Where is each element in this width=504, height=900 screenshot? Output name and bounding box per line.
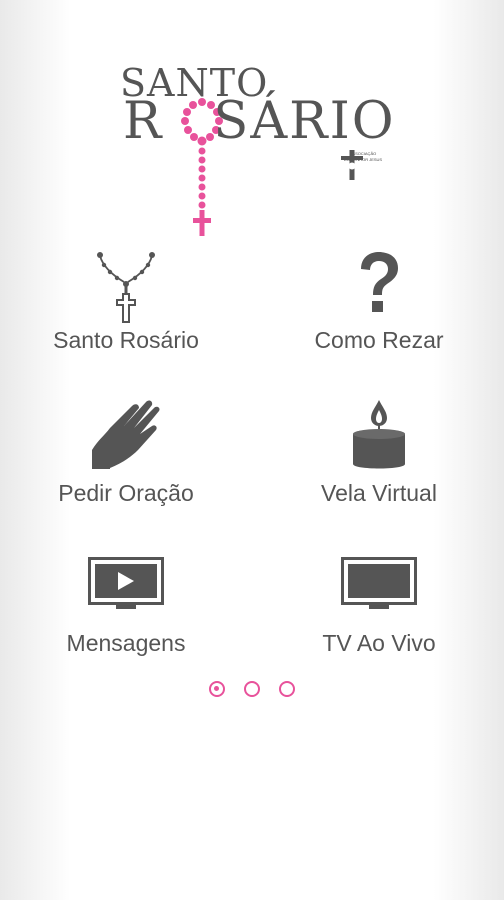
app-logo: SANTO RSÁRIO ASSOCIAÇÃO DO SENHOR JESUS bbox=[0, 0, 504, 250]
menu-item-santo-rosario[interactable]: Santo Rosário bbox=[16, 245, 236, 365]
praying-hands-icon bbox=[92, 400, 160, 469]
logo-title-right: SÁRIO bbox=[213, 92, 396, 151]
menu-label-mensagens: Mensagens bbox=[66, 630, 186, 656]
association-cross-icon bbox=[341, 150, 363, 180]
page-dot-1[interactable] bbox=[209, 681, 225, 697]
menu-item-mensagens[interactable]: Mensagens bbox=[16, 555, 236, 665]
page-dot-2[interactable] bbox=[244, 681, 260, 697]
menu-item-pedir-oracao[interactable]: Pedir Oração bbox=[16, 396, 236, 516]
page-dot-3[interactable] bbox=[279, 681, 295, 697]
menu-label-pedir-oracao: Pedir Oração bbox=[58, 480, 194, 506]
rosary-icon bbox=[97, 252, 155, 323]
menu-label-vela-virtual: Vela Virtual bbox=[321, 480, 437, 506]
association-logo: ASSOCIAÇÃO DO SENHOR JESUS bbox=[338, 150, 388, 180]
page-indicator bbox=[0, 681, 504, 703]
menu-label-santo-rosario: Santo Rosário bbox=[53, 327, 199, 353]
tv-icon bbox=[341, 557, 417, 609]
menu-item-tv-ao-vivo[interactable]: TV Ao Vivo bbox=[269, 555, 489, 665]
logo-title-left: R bbox=[123, 92, 164, 151]
question-mark-icon bbox=[361, 252, 398, 312]
menu-item-vela-virtual[interactable]: Vela Virtual bbox=[269, 396, 489, 516]
video-play-icon bbox=[88, 557, 164, 609]
candle-icon bbox=[353, 400, 405, 469]
menu-label-como-rezar: Como Rezar bbox=[314, 327, 444, 353]
logo-title-main: R SÁRIO bbox=[123, 96, 396, 147]
menu-item-como-rezar[interactable]: Como Rezar bbox=[269, 245, 489, 365]
menu-label-tv-ao-vivo: TV Ao Vivo bbox=[322, 630, 436, 656]
